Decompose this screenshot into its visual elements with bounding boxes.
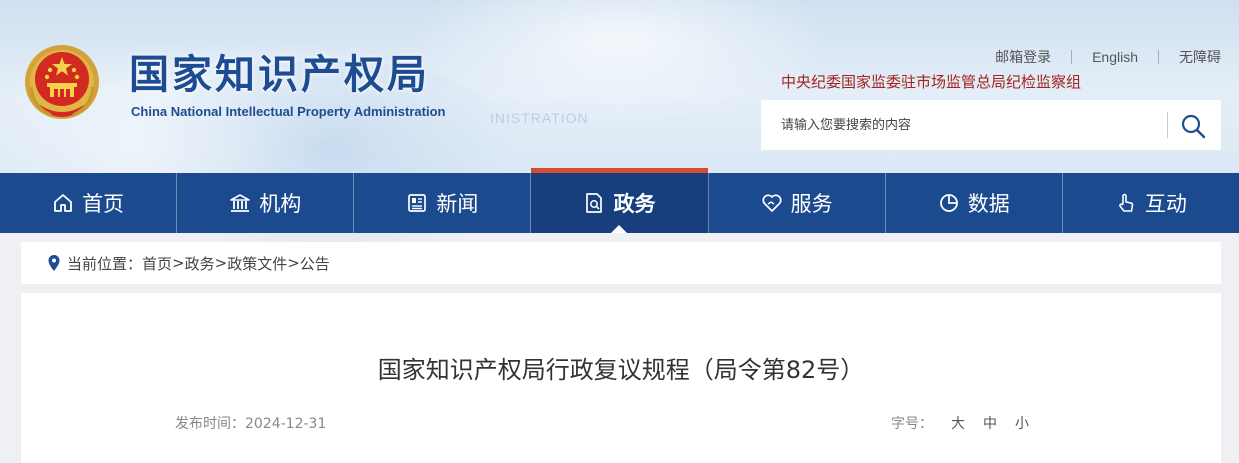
breadcrumb-announcements[interactable]: 公告 — [300, 253, 330, 274]
breadcrumb-policy-documents[interactable]: 政策文件 — [227, 253, 287, 274]
site-title: 国家知识产权局 — [129, 52, 430, 98]
nav-item-label: 政务 — [613, 192, 656, 216]
pie-chart-icon — [939, 194, 958, 212]
breadcrumb-home[interactable]: 首页 — [142, 253, 172, 274]
search-input[interactable] — [781, 113, 1161, 137]
article-title: 国家知识产权局行政复议规程（局令第82号） — [377, 356, 865, 384]
breadcrumb-separator: > — [172, 254, 185, 272]
nav-item-home[interactable]: 首页 — [0, 173, 178, 233]
interaction-icon — [1119, 193, 1134, 212]
institution-icon — [230, 194, 251, 212]
breadcrumb: 当前位置： 首页 > 政务 > 政策文件 > 公告 — [21, 242, 1221, 284]
font-size-medium-button[interactable]: 中 — [983, 413, 997, 433]
nav-item-label: 互动 — [1144, 192, 1187, 216]
nav-item-service[interactable]: 服务 — [709, 173, 886, 233]
service-icon — [762, 194, 782, 212]
publish-date-label: 发布时间： — [175, 416, 245, 432]
nav-item-interaction[interactable]: 互动 — [1063, 173, 1239, 233]
main-nav: 首页 机构 新闻 政务 服务 数据 互动 — [0, 168, 1239, 233]
font-size-switcher: 字号： 大 中 小 — [891, 413, 1029, 433]
english-link[interactable]: English — [1092, 49, 1138, 65]
nav-item-label: 新闻 — [436, 192, 479, 216]
font-size-large-button[interactable]: 大 — [951, 413, 965, 433]
breadcrumb-government-affairs[interactable]: 政务 — [185, 253, 215, 274]
mail-login-link[interactable]: 邮箱登录 — [995, 47, 1051, 67]
national-emblem-logo[interactable] — [23, 43, 101, 125]
nav-item-data[interactable]: 数据 — [886, 173, 1063, 233]
search-divider — [1167, 112, 1168, 138]
search-box — [761, 100, 1221, 150]
discipline-inspection-link[interactable]: 中央纪委国家监委驻市场监管总局纪检监察组 — [781, 71, 1081, 92]
publish-date: 发布时间：2024-12-31 — [175, 413, 326, 433]
location-pin-icon — [48, 255, 60, 271]
nav-item-institution[interactable]: 机构 — [177, 173, 355, 233]
divider — [1158, 50, 1159, 64]
breadcrumb-prefix: 当前位置： — [67, 254, 143, 273]
article-panel: 国家知识产权局行政复议规程（局令第82号） 发布时间：2024-12-31 字号… — [21, 293, 1221, 463]
nav-item-label: 数据 — [967, 192, 1010, 216]
site-header: 国家知识产权局 China National Intellectual Prop… — [0, 0, 1239, 280]
font-size-small-button[interactable]: 小 — [1015, 413, 1029, 433]
government-affairs-icon — [586, 193, 603, 213]
news-icon — [408, 194, 427, 212]
font-size-label: 字号： — [891, 416, 933, 432]
breadcrumb-separator: > — [214, 254, 228, 272]
search-icon[interactable] — [1179, 112, 1207, 140]
background-watermark-text: INISTRATION — [490, 110, 589, 126]
nav-item-label: 机构 — [259, 192, 302, 216]
nav-item-label: 首页 — [82, 192, 125, 216]
breadcrumb-separator: > — [287, 254, 300, 272]
accessibility-link[interactable]: 无障碍 — [1179, 47, 1221, 67]
home-icon — [54, 194, 72, 212]
publish-date-value: 2024-12-31 — [245, 416, 327, 432]
nav-item-news[interactable]: 新闻 — [354, 173, 532, 233]
nav-item-government-affairs[interactable]: 政务 — [531, 168, 709, 233]
divider — [1071, 50, 1073, 64]
site-title-english: China National Intellectual Property Adm… — [131, 104, 446, 119]
nav-item-label: 服务 — [790, 192, 833, 216]
top-links: 邮箱登录 English 无障碍 — [995, 47, 1221, 67]
